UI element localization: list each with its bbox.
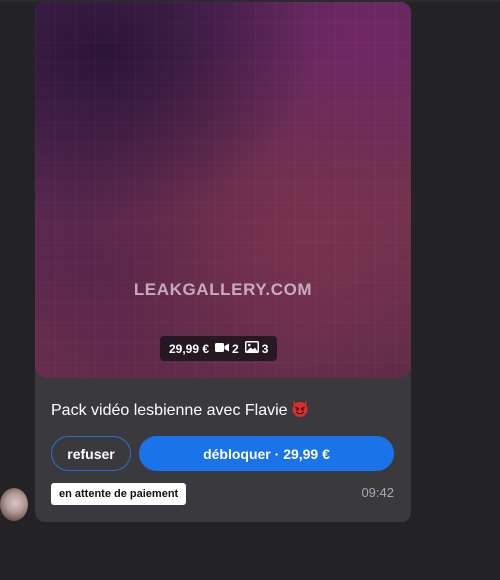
message-card: LEAKGALLERY.COM 29,99 € 2 3 Pack vidéo l… — [35, 2, 411, 522]
video-count: 2 — [232, 341, 239, 356]
media-price: 29,99 € — [169, 341, 210, 356]
blur-overlay — [35, 2, 411, 378]
video-count-group: 2 — [215, 342, 239, 356]
unlock-button[interactable]: débloquer · 29,99 € — [139, 436, 394, 471]
refuse-button[interactable]: refuser — [51, 436, 131, 471]
devil-face-icon — [290, 398, 310, 423]
video-camera-icon — [215, 342, 230, 356]
payment-status-badge: en attente de paiement — [51, 483, 187, 505]
photo-count-group: 3 — [244, 341, 269, 356]
avatar[interactable] — [0, 488, 28, 521]
watermark: LEAKGALLERY.COM — [133, 280, 313, 299]
message-timestamp: 09:42 — [361, 485, 394, 500]
post-title-row: Pack vidéo lesbienne avec Flavie — [51, 398, 310, 423]
image-icon — [244, 341, 259, 356]
media-info-badge: 29,99 € 2 3 — [160, 336, 278, 361]
photo-count: 3 — [261, 341, 269, 356]
locked-media-preview[interactable]: LEAKGALLERY.COM 29,99 € 2 3 — [35, 2, 411, 378]
post-title: Pack vidéo lesbienne avec Flavie — [51, 402, 288, 419]
